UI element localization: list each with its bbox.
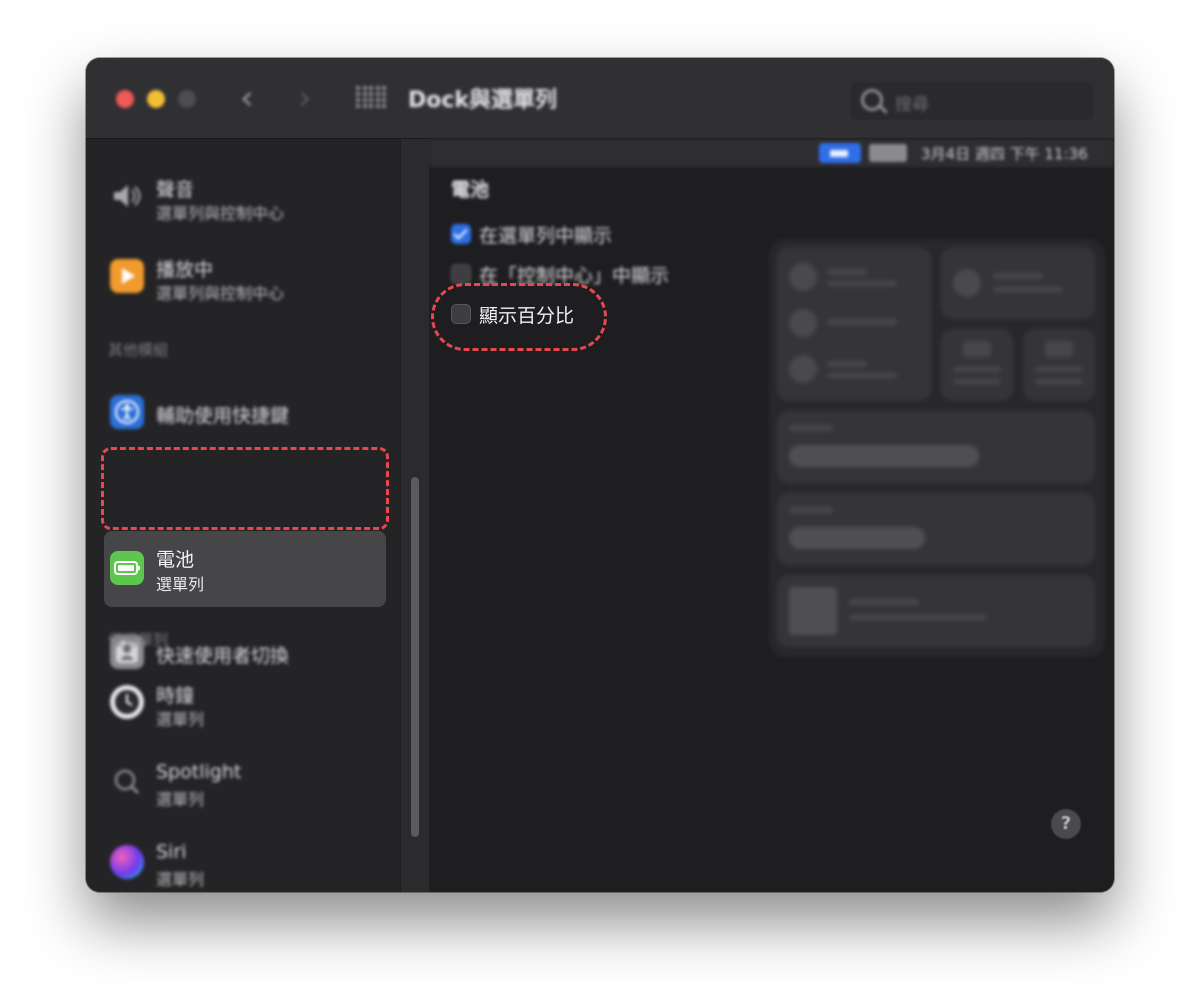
menubar-datetime: 3月4日 週四 下午 11:36: [921, 145, 1088, 163]
sidebar-item-subtitle: 選單列: [156, 710, 205, 729]
sidebar-item-subtitle: 選單列與控制中心: [156, 204, 285, 223]
preview-slider-tile: [777, 493, 1095, 565]
search-input[interactable]: 搜尋: [848, 80, 1096, 122]
menubar-battery-icon: [819, 143, 861, 163]
spotlight-icon: [110, 765, 144, 799]
sidebar-item-title: Spotlight: [156, 761, 242, 783]
option-label: 在選單列中顯示: [479, 225, 613, 247]
sidebar[interactable]: 聲音 選單列與控制中心 播放中 選單列與控制中心 其他模組 輔助使用快捷鍵 快速…: [86, 139, 400, 892]
accessibility-icon: [110, 395, 144, 429]
sidebar-section-menubar-only: 僅選單列: [108, 631, 169, 649]
sidebar-item-title: 輔助使用快捷鍵: [156, 405, 290, 427]
sidebar-item-siri[interactable]: Siri 選單列: [106, 833, 376, 892]
search-icon: [861, 89, 883, 111]
main-pane: 3月4日 週四 下午 11:36 電池 在選單列中顯示 在「控制中心」中顯示 顯…: [429, 139, 1114, 892]
sidebar-item-sound[interactable]: 聲音 選單列與控制中心: [106, 167, 376, 227]
sidebar-item-title: Siri: [156, 841, 187, 863]
control-center-preview: [769, 239, 1105, 657]
sidebar-item-subtitle: 選單列: [156, 870, 205, 889]
title-bar: ‹ › Dock與選單列 搜尋: [86, 58, 1114, 139]
play-icon: [110, 259, 144, 293]
sidebar-item-subtitle: 選單列: [156, 575, 205, 594]
zoom-button[interactable]: [178, 90, 196, 108]
preview-media-tile: [777, 575, 1095, 647]
battery-icon: [110, 551, 144, 585]
preview-tile: [941, 247, 1095, 319]
preview-tile: [1023, 329, 1095, 401]
clock-icon: [110, 685, 144, 719]
menubar-user-icon: [869, 144, 907, 162]
sidebar-section-other: 其他模組: [108, 341, 169, 359]
sidebar-item-subtitle: 選單列: [156, 790, 205, 809]
scrollbar-thumb[interactable]: [411, 477, 419, 837]
sidebar-item-spotlight[interactable]: Spotlight 選單列: [106, 753, 376, 813]
sidebar-item-title: 電池: [156, 549, 195, 571]
show-all-grid-icon[interactable]: [356, 86, 386, 110]
search-placeholder: 搜尋: [895, 95, 929, 115]
minimize-button[interactable]: [147, 90, 165, 108]
sidebar-scrollbar[interactable]: [400, 139, 430, 892]
checkbox-show-in-control-center[interactable]: [451, 264, 471, 284]
preview-tile: [777, 247, 931, 401]
sidebar-item-title: 時鐘: [156, 685, 195, 707]
sidebar-item-title: 播放中: [156, 259, 214, 281]
annotation-highlight-percentage: [431, 283, 607, 351]
speaker-icon: [110, 179, 144, 213]
system-preferences-window: ‹ › Dock與選單列 搜尋 聲音 選單列與控制中心 播放中 選單列與控制中心…: [86, 58, 1114, 892]
close-button[interactable]: [116, 90, 134, 108]
sidebar-item-title: 聲音: [156, 179, 195, 201]
annotation-highlight-battery: [101, 447, 389, 530]
sidebar-item-subtitle: 選單列與控制中心: [156, 284, 285, 303]
back-chevron-icon[interactable]: ‹: [240, 78, 254, 118]
window-title: Dock與選單列: [408, 88, 558, 113]
section-title: 電池: [451, 179, 490, 201]
sidebar-item-now-playing[interactable]: 播放中 選單列與控制中心: [106, 247, 376, 307]
menubar-preview: 3月4日 週四 下午 11:36: [429, 139, 1114, 167]
forward-chevron-icon[interactable]: ›: [298, 78, 312, 118]
help-button[interactable]: ?: [1051, 809, 1081, 839]
checkbox-show-in-menubar[interactable]: [451, 224, 471, 244]
sidebar-item-clock[interactable]: 時鐘 選單列: [106, 673, 376, 733]
preview-tile: [941, 329, 1013, 401]
preview-slider-tile: [777, 411, 1095, 483]
sidebar-item-title: 快速使用者切換: [156, 645, 290, 667]
siri-icon: [110, 845, 144, 879]
sidebar-item-battery[interactable]: 電池 選單列: [104, 531, 386, 607]
sidebar-item-accessibility-shortcuts[interactable]: 輔助使用快捷鍵: [106, 383, 376, 443]
